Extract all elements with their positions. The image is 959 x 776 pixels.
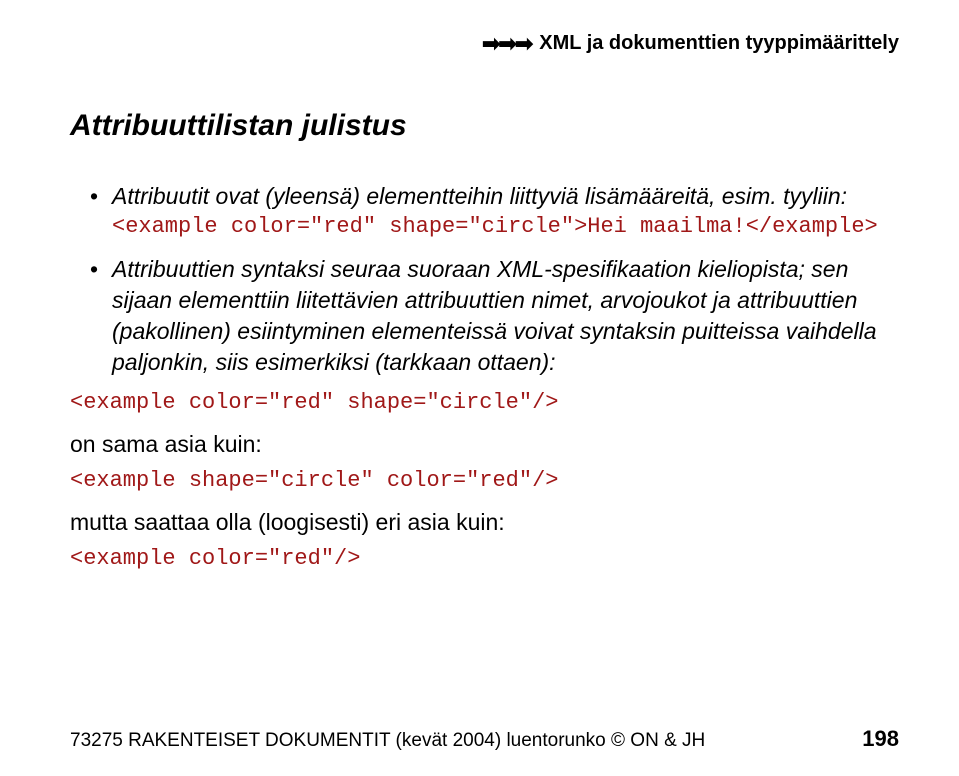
bullet-list: Attribuutit ovat (yleensä) elementteihin… bbox=[70, 181, 899, 378]
footer-text: 73275 RAKENTEISET DOKUMENTIT (kevät 2004… bbox=[70, 730, 705, 752]
code-example-2: <example shape="circle" color="red"/> bbox=[70, 468, 899, 493]
code-label-1: on sama asia kuin: bbox=[70, 429, 899, 460]
page-number: 198 bbox=[862, 726, 899, 752]
bullet-item-1: Attribuutit ovat (yleensä) elementteihin… bbox=[90, 181, 899, 242]
section-title: Attribuuttilistan julistus bbox=[70, 109, 899, 143]
code-label-2: mutta saattaa olla (loogisesti) eri asia… bbox=[70, 507, 899, 538]
code-example-3: <example color="red"/> bbox=[70, 546, 899, 571]
page-header: ➡ ➡ ➡ XML ja dokumenttien tyyppimääritte… bbox=[70, 32, 899, 55]
bullet-item-2: Attribuuttien syntaksi seuraa suoraan XM… bbox=[90, 254, 899, 378]
arrows-icon: ➡ ➡ ➡ bbox=[482, 33, 531, 55]
page-footer: 73275 RAKENTEISET DOKUMENTIT (kevät 2004… bbox=[70, 726, 899, 752]
header-text: XML ja dokumenttien tyyppimäärittely bbox=[539, 32, 899, 55]
page-container: ➡ ➡ ➡ XML ja dokumenttien tyyppimääritte… bbox=[0, 0, 959, 776]
bullet-code-1: <example color="red" shape="circle">Hei … bbox=[112, 212, 899, 242]
bullet-text-1: Attribuutit ovat (yleensä) elementteihin… bbox=[112, 183, 847, 209]
bullet-text-2: Attribuuttien syntaksi seuraa suoraan XM… bbox=[112, 256, 877, 375]
code-example-1: <example color="red" shape="circle"/> bbox=[70, 390, 899, 415]
